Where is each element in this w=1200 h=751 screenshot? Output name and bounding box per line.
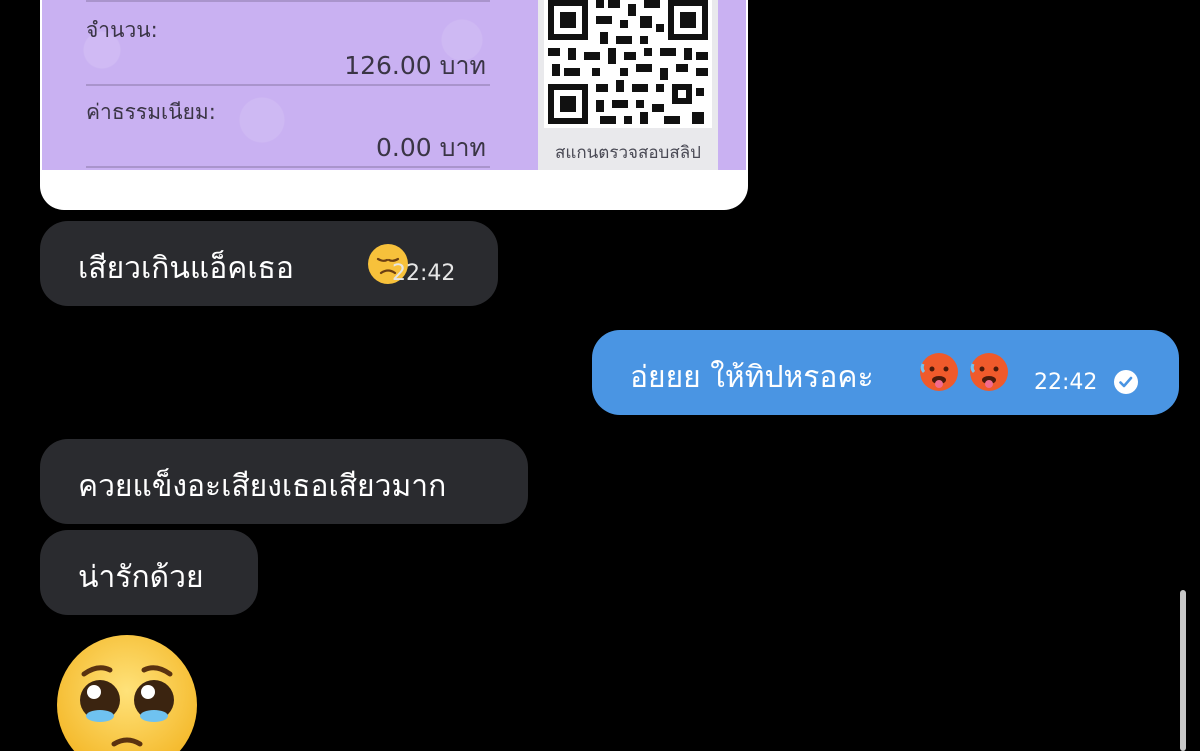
qr-caption: สแกนตรวจสอบสลิป <box>555 143 701 163</box>
slip-background: จำนวน: 126.00 บาท ค่าธรรมเนียม: 0.00 บาท <box>42 0 746 170</box>
message-bubble-incoming[interactable]: เสียวเกินแอ็คเธอ 22:42 <box>40 221 498 306</box>
message-text: อ่ยยย ให้ทิปหรอคะ <box>630 360 874 395</box>
hot-face-icon <box>970 353 1008 391</box>
scrollbar[interactable] <box>1180 590 1186 751</box>
amount-label: จำนวน: <box>86 18 158 42</box>
qr-code-icon <box>544 0 712 128</box>
pleading-face-icon[interactable] <box>54 632 200 751</box>
fee-value: 0.00 บาท <box>376 133 486 162</box>
fee-label: ค่าธรรมเนียม: <box>86 100 216 124</box>
amount-value: 126.00 บาท <box>344 51 486 80</box>
slip-divider <box>86 166 490 168</box>
read-check-icon <box>1114 370 1138 394</box>
message-bubble-incoming[interactable]: ควยแข็งอะเสียงเธอเสียวมาก <box>40 439 528 524</box>
message-bubble-incoming[interactable]: น่ารักด้วย <box>40 530 258 615</box>
message-text: น่ารักด้วย <box>78 560 204 595</box>
message-text: เสียวเกินแอ็คเธอ <box>78 251 294 286</box>
message-text: ควยแข็งอะเสียงเธอเสียวมาก <box>78 469 447 504</box>
qr-verification-box[interactable]: สแกนตรวจสอบสลิป <box>538 0 718 170</box>
message-bubble-outgoing[interactable]: อ่ยยย ให้ทิปหรอคะ 22:42 <box>592 330 1179 415</box>
payment-slip-image[interactable]: จำนวน: 126.00 บาท ค่าธรรมเนียม: 0.00 บาท <box>40 0 748 210</box>
slip-divider <box>86 0 490 2</box>
slip-divider <box>86 84 490 86</box>
message-time: 22:42 <box>392 261 456 286</box>
hot-face-icon <box>920 353 958 391</box>
message-time: 22:42 <box>1034 370 1098 395</box>
chat-view[interactable]: จำนวน: 126.00 บาท ค่าธรรมเนียม: 0.00 บาท <box>0 0 1200 751</box>
